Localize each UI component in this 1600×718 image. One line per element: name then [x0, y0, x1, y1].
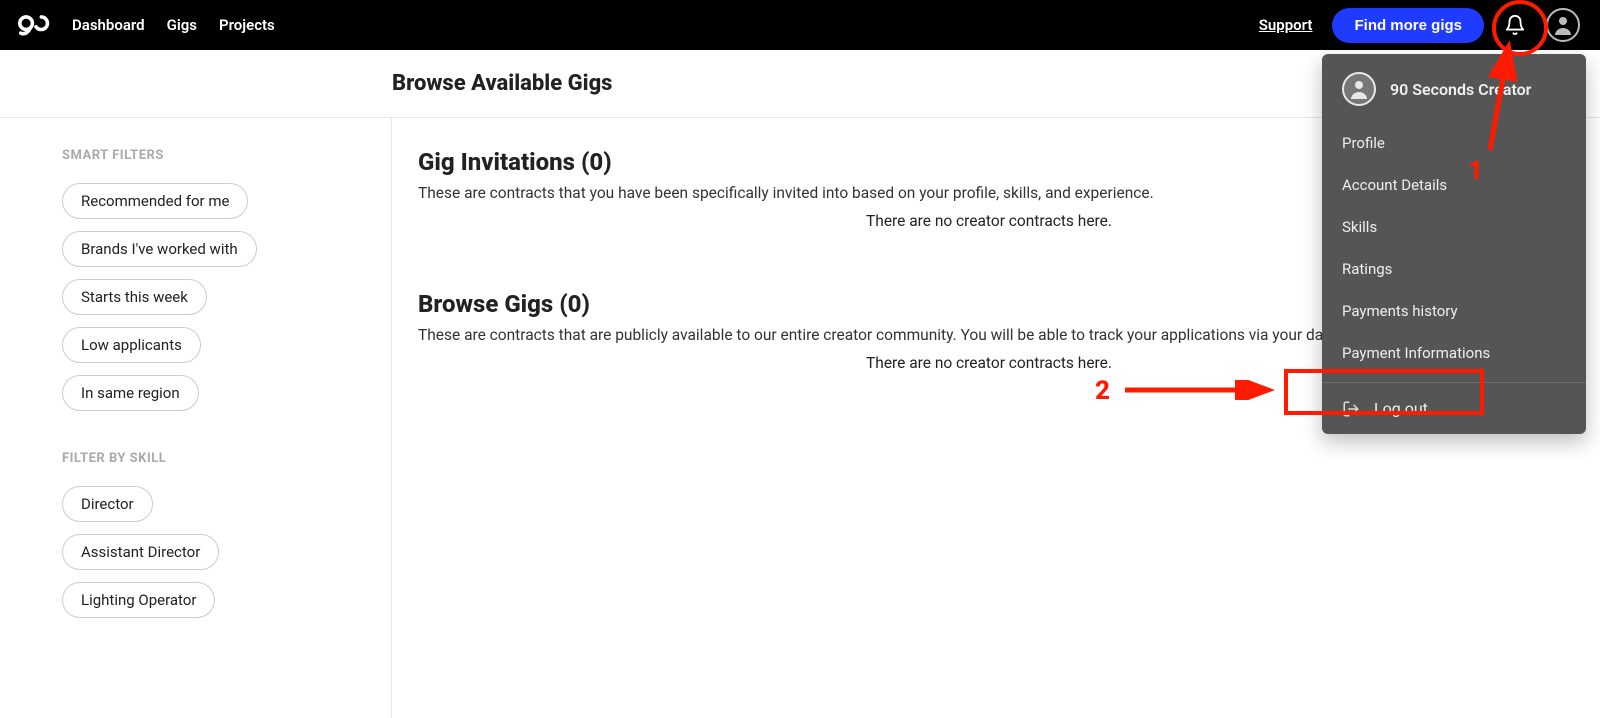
smart-filters-list: Recommended for me Brands I've worked wi…	[62, 183, 391, 411]
menu-account-details[interactable]: Account Details	[1322, 164, 1586, 206]
sidebar: SMART FILTERS Recommended for me Brands …	[28, 118, 392, 718]
nav-right: Support Find more gigs	[1259, 8, 1580, 43]
logout-label: Log out	[1374, 399, 1428, 418]
find-more-gigs-button[interactable]: Find more gigs	[1332, 8, 1484, 43]
nav-dashboard[interactable]: Dashboard	[72, 16, 145, 34]
logout-icon	[1342, 400, 1360, 418]
filter-starts-week[interactable]: Starts this week	[62, 279, 207, 315]
dropdown-user-row: 90 Seconds Creator	[1322, 54, 1586, 118]
filter-same-region[interactable]: In same region	[62, 375, 199, 411]
menu-payments-history[interactable]: Payments history	[1322, 290, 1586, 332]
filter-assistant-director[interactable]: Assistant Director	[62, 534, 219, 570]
filter-low-applicants[interactable]: Low applicants	[62, 327, 201, 363]
filter-brands[interactable]: Brands I've worked with	[62, 231, 257, 267]
bell-icon	[1504, 14, 1526, 36]
notifications-button[interactable]	[1504, 14, 1526, 36]
avatar-icon	[1546, 8, 1580, 42]
smart-filters-heading: SMART FILTERS	[62, 148, 391, 163]
filter-director[interactable]: Director	[62, 486, 153, 522]
nav-projects[interactable]: Projects	[219, 16, 275, 34]
page-title: Browse Available Gigs	[392, 71, 612, 96]
menu-profile[interactable]: Profile	[1322, 122, 1586, 164]
nav-support[interactable]: Support	[1259, 16, 1313, 34]
top-nav: Dashboard Gigs Projects Support Find mor…	[0, 0, 1600, 50]
dropdown-menu: Profile Account Details Skills Ratings P…	[1322, 118, 1586, 383]
nav-gigs[interactable]: Gigs	[167, 16, 197, 34]
skill-filters-heading: FILTER BY SKILL	[62, 451, 391, 466]
user-dropdown: 90 Seconds Creator Profile Account Detai…	[1322, 54, 1586, 434]
skill-filters-list: Director Assistant Director Lighting Ope…	[62, 486, 391, 618]
dropdown-user-name: 90 Seconds Creator	[1390, 80, 1531, 99]
filter-lighting-operator[interactable]: Lighting Operator	[62, 582, 215, 618]
menu-logout[interactable]: Log out	[1322, 383, 1586, 434]
filter-recommended[interactable]: Recommended for me	[62, 183, 248, 219]
menu-payment-informations[interactable]: Payment Informations	[1322, 332, 1586, 374]
menu-ratings[interactable]: Ratings	[1322, 248, 1586, 290]
avatar-button[interactable]	[1546, 8, 1580, 42]
nav-links: Dashboard Gigs Projects	[72, 16, 275, 34]
avatar-icon	[1342, 72, 1376, 106]
menu-skills[interactable]: Skills	[1322, 206, 1586, 248]
logo[interactable]	[18, 13, 54, 37]
